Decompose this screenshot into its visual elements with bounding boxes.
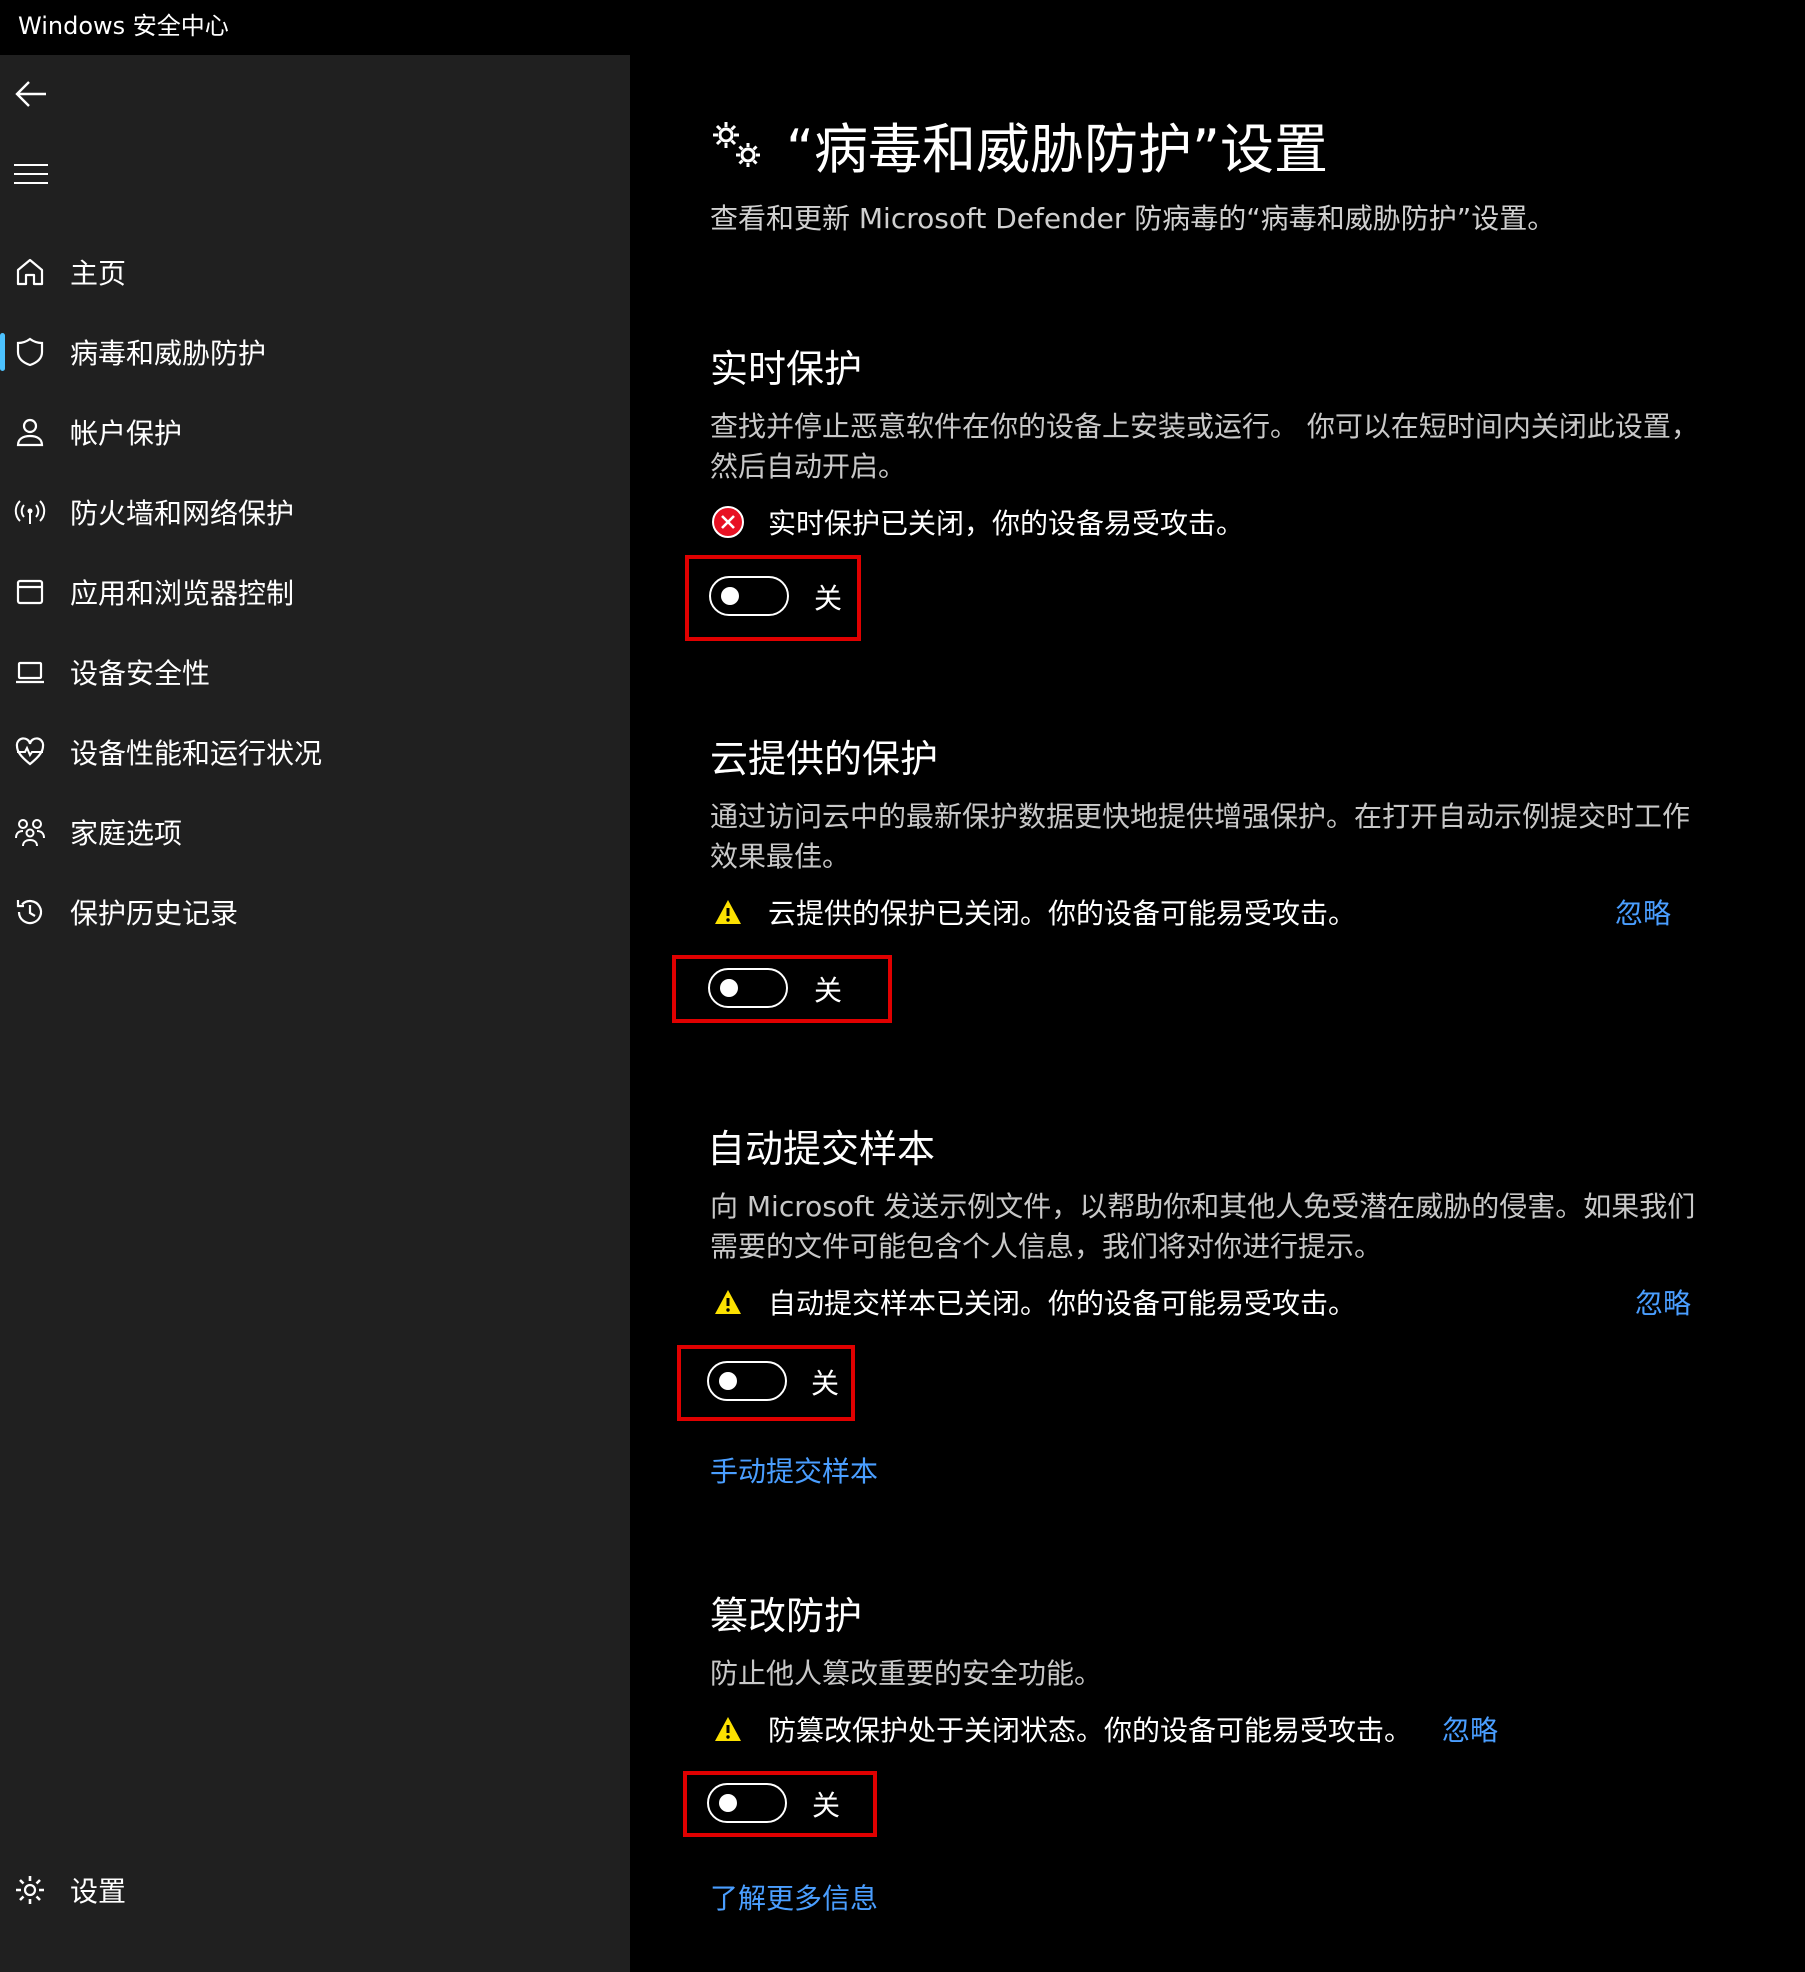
status-row: 自动提交样本已关闭。你的设备可能易受攻击。 忽略 bbox=[710, 1277, 1707, 1327]
section-tamper-protection: 篡改防护 防止他人篡改重要的安全功能。 防篡改保护处于关闭状态。你的设备可能易受… bbox=[710, 1585, 1710, 1754]
back-button[interactable] bbox=[10, 73, 52, 115]
page-title: “病毒和威胁防护”设置 bbox=[786, 118, 1328, 181]
section-realtime-protection: 实时保护 查找并停止恶意软件在你的设备上安装或运行。 你可以在短时间内关闭此设置… bbox=[710, 338, 1710, 547]
tamper-protection-toggle[interactable] bbox=[707, 1783, 787, 1823]
section-description: 通过访问云中的最新保护数据更快地提供增强保护。在打开自动示例提交时工作效果最佳。 bbox=[710, 800, 1691, 873]
history-icon bbox=[12, 894, 48, 930]
highlight-box: 关 bbox=[683, 1771, 877, 1837]
settings-gears-icon bbox=[713, 121, 760, 167]
sidebar-item-home[interactable]: 主页 bbox=[0, 241, 630, 303]
main-content: “病毒和威胁防护”设置 查看和更新 Microsoft Defender 防病毒… bbox=[630, 55, 1805, 1972]
dismiss-link[interactable]: 忽略 bbox=[1442, 1709, 1498, 1749]
page-subtitle: 查看和更新 Microsoft Defender 防病毒的“病毒和威胁防护”设置… bbox=[710, 202, 1556, 235]
sidebar-item-settings[interactable]: 设置 bbox=[0, 1859, 630, 1921]
sidebar-item-device-health[interactable]: 设备性能和运行状况 bbox=[0, 721, 630, 783]
section-title: 自动提交样本 bbox=[707, 1127, 936, 1171]
section-cloud-protection: 云提供的保护 通过访问云中的最新保护数据更快地提供增强保护。在打开自动示例提交时… bbox=[710, 728, 1710, 937]
family-icon bbox=[12, 814, 48, 850]
heart-pulse-icon bbox=[12, 734, 48, 770]
window-title: Windows 安全中心 bbox=[0, 0, 1805, 55]
sidebar-item-label: 主页 bbox=[70, 257, 127, 290]
warning-icon bbox=[710, 894, 746, 930]
warning-icon bbox=[710, 1284, 746, 1320]
status-text: 自动提交样本已关闭。你的设备可能易受攻击。 bbox=[768, 1287, 1357, 1320]
sidebar-item-label: 防火墙和网络保护 bbox=[70, 497, 295, 530]
status-row: 云提供的保护已关闭。你的设备可能易受攻击。 忽略 bbox=[710, 887, 1710, 937]
sidebar-item-firewall[interactable]: 防火墙和网络保护 bbox=[0, 481, 630, 543]
section-title: 篡改防护 bbox=[710, 1594, 863, 1638]
section-title: 云提供的保护 bbox=[710, 737, 939, 781]
toggle-state-label: 关 bbox=[814, 974, 843, 1007]
highlight-box: 关 bbox=[677, 1345, 855, 1421]
sidebar-item-label: 设备性能和运行状况 bbox=[70, 737, 323, 770]
toggle-state-label: 关 bbox=[811, 1367, 840, 1400]
laptop-icon bbox=[12, 654, 48, 690]
error-circle-icon bbox=[710, 504, 746, 540]
sidebar-item-label: 设备安全性 bbox=[70, 657, 211, 690]
sidebar-item-history[interactable]: 保护历史记录 bbox=[0, 881, 630, 943]
sidebar-item-app-browser[interactable]: 应用和浏览器控制 bbox=[0, 561, 630, 623]
sidebar-item-label: 保护历史记录 bbox=[70, 897, 239, 930]
sidebar-item-account[interactable]: 帐户保护 bbox=[0, 401, 630, 463]
toggle-state-label: 关 bbox=[814, 582, 843, 615]
back-arrow-icon bbox=[15, 81, 46, 107]
section-description: 向 Microsoft 发送示例文件，以帮助你和其他人免受潜在威胁的侵害。如果我… bbox=[710, 1190, 1696, 1263]
status-text: 云提供的保护已关闭。你的设备可能易受攻击。 bbox=[768, 897, 1357, 930]
section-sample-submission: 自动提交样本 向 Microsoft 发送示例文件，以帮助你和其他人免受潜在威胁… bbox=[707, 1118, 1707, 1327]
dismiss-link[interactable]: 忽略 bbox=[1635, 1282, 1691, 1322]
sidebar-item-device-security[interactable]: 设备安全性 bbox=[0, 641, 630, 703]
shield-icon bbox=[12, 334, 48, 370]
status-row: 防篡改保护处于关闭状态。你的设备可能易受攻击。 忽略 bbox=[710, 1704, 1710, 1754]
home-icon bbox=[12, 254, 48, 290]
gear-icon bbox=[12, 1872, 48, 1908]
sidebar-item-label: 设置 bbox=[70, 1875, 127, 1908]
sidebar-item-label: 病毒和威胁防护 bbox=[70, 337, 267, 370]
status-text: 防篡改保护处于关闭状态。你的设备可能易受攻击。 bbox=[768, 1714, 1413, 1747]
browser-window-icon bbox=[12, 574, 48, 610]
dismiss-link[interactable]: 忽略 bbox=[1615, 892, 1671, 932]
cloud-protection-toggle[interactable] bbox=[708, 968, 788, 1008]
learn-more-link[interactable]: 了解更多信息 bbox=[710, 1877, 878, 1917]
sidebar-item-label: 家庭选项 bbox=[70, 817, 183, 850]
hamburger-menu-icon bbox=[14, 164, 48, 184]
status-text: 实时保护已关闭，你的设备易受攻击。 bbox=[768, 507, 1245, 540]
sidebar-item-label: 帐户保护 bbox=[70, 417, 183, 450]
warning-icon bbox=[710, 1711, 746, 1747]
section-description: 防止他人篡改重要的安全功能。 bbox=[710, 1657, 1103, 1690]
wifi-antenna-icon bbox=[12, 494, 48, 530]
sample-submission-toggle[interactable] bbox=[707, 1361, 787, 1401]
menu-button[interactable] bbox=[10, 153, 52, 195]
page-header: “病毒和威胁防护”设置 bbox=[710, 105, 1328, 184]
sidebar: 主页 病毒和威胁防护 帐户保护 防火墙和网络保护 应用和浏览器控制 设备安全性 … bbox=[0, 55, 630, 1972]
realtime-protection-toggle[interactable] bbox=[709, 576, 789, 616]
sidebar-item-virus-protection[interactable]: 病毒和威胁防护 bbox=[0, 321, 630, 383]
manual-sample-submit-link[interactable]: 手动提交样本 bbox=[710, 1450, 878, 1490]
person-icon bbox=[12, 414, 48, 450]
highlight-box: 关 bbox=[685, 555, 861, 641]
status-row: 实时保护已关闭，你的设备易受攻击。 bbox=[710, 497, 1710, 547]
highlight-box: 关 bbox=[672, 955, 892, 1023]
section-title: 实时保护 bbox=[710, 347, 863, 391]
sidebar-item-label: 应用和浏览器控制 bbox=[70, 577, 295, 610]
toggle-state-label: 关 bbox=[812, 1789, 841, 1822]
sidebar-item-family[interactable]: 家庭选项 bbox=[0, 801, 630, 863]
section-description: 查找并停止恶意软件在你的设备上安装或运行。 你可以在短时间内关闭此设置，然后自动… bbox=[710, 410, 1699, 483]
